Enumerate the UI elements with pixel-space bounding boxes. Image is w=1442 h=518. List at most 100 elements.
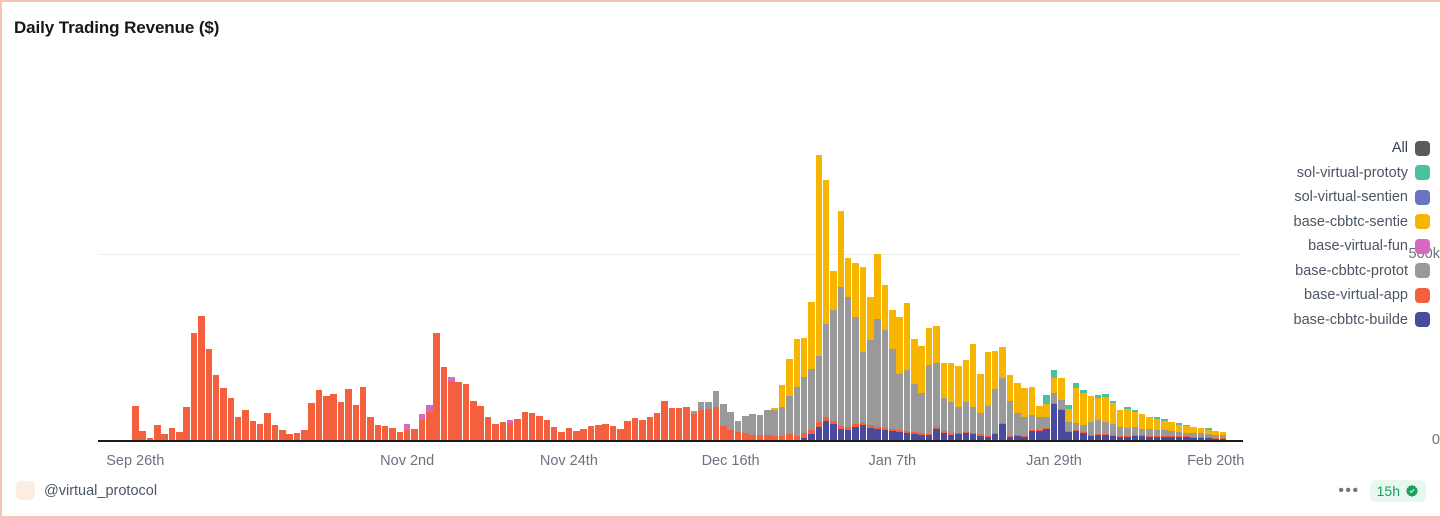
bar-column[interactable] xyxy=(1072,383,1080,440)
bar-column[interactable] xyxy=(411,428,418,440)
bar-column[interactable] xyxy=(940,362,947,440)
bar-column[interactable] xyxy=(1138,413,1146,440)
bar-column[interactable] xyxy=(286,434,293,440)
bar-column[interactable] xyxy=(705,402,712,440)
bar-column[interactable] xyxy=(595,424,602,440)
bar-column[interactable] xyxy=(565,427,573,440)
bar-column[interactable] xyxy=(896,317,903,440)
bar-column[interactable] xyxy=(1021,387,1028,440)
bar-column[interactable] xyxy=(168,428,176,440)
legend-item-sol-virtual-prototy[interactable]: sol-virtual-prototy xyxy=(1297,165,1430,181)
bar-column[interactable] xyxy=(227,398,235,440)
bar-column[interactable] xyxy=(242,410,249,440)
bar-column[interactable] xyxy=(852,262,859,440)
bar-column[interactable] xyxy=(749,414,756,440)
bar-column[interactable] xyxy=(352,405,359,440)
bar-column[interactable] xyxy=(889,310,896,440)
bar-column[interactable] xyxy=(1058,378,1065,440)
bar-column[interactable] xyxy=(859,266,867,440)
bar-column[interactable] xyxy=(969,344,977,440)
bar-column[interactable] xyxy=(1080,390,1087,440)
bar-column[interactable] xyxy=(345,389,352,440)
bar-column[interactable] xyxy=(470,401,477,440)
bar-column[interactable] xyxy=(697,402,705,440)
legend-item-All[interactable]: All xyxy=(1392,140,1430,156)
bar-column[interactable] xyxy=(249,421,257,440)
bar-column[interactable] xyxy=(661,401,668,440)
bar-column[interactable] xyxy=(139,430,146,440)
bar-column[interactable] xyxy=(301,429,308,440)
bar-column[interactable] xyxy=(205,349,212,440)
bar-column[interactable] xyxy=(881,285,889,440)
bar-column[interactable] xyxy=(146,437,154,440)
bar-column[interactable] xyxy=(176,431,183,440)
bar-column[interactable] xyxy=(1050,370,1058,440)
account-handle[interactable]: @virtual_protocol xyxy=(16,481,157,500)
bar-column[interactable] xyxy=(528,413,536,440)
bar-column[interactable] xyxy=(543,420,551,440)
bar-column[interactable] xyxy=(484,416,492,440)
bar-column[interactable] xyxy=(337,401,345,440)
bar-column[interactable] xyxy=(264,413,271,440)
bar-column[interactable] xyxy=(800,338,808,440)
bar-column[interactable] xyxy=(550,427,558,440)
bar-column[interactable] xyxy=(631,417,639,440)
bar-column[interactable] xyxy=(183,406,190,440)
bar-column[interactable] xyxy=(742,416,749,440)
bar-column[interactable] xyxy=(1183,424,1190,440)
bar-column[interactable] xyxy=(1153,417,1161,440)
bar-column[interactable] xyxy=(727,411,734,440)
bar-column[interactable] xyxy=(1124,406,1131,440)
bar-column[interactable] xyxy=(1087,395,1094,440)
bar-column[interactable] xyxy=(874,254,881,440)
bar-column[interactable] xyxy=(1161,419,1168,440)
bar-column[interactable] xyxy=(1102,394,1109,440)
bar-column[interactable] xyxy=(367,417,374,440)
bar-column[interactable] xyxy=(933,325,940,440)
bar-column[interactable] xyxy=(720,404,727,440)
bar-column[interactable] xyxy=(977,374,984,440)
bar-column[interactable] xyxy=(132,405,139,440)
bar-column[interactable] xyxy=(639,419,646,440)
bar-column[interactable] xyxy=(1094,395,1102,440)
bar-column[interactable] xyxy=(1028,387,1036,440)
bar-column[interactable] xyxy=(999,346,1006,440)
bar-column[interactable] xyxy=(911,339,918,440)
bar-column[interactable] xyxy=(1131,409,1139,440)
bar-column[interactable] xyxy=(418,414,426,440)
bar-column[interactable] xyxy=(675,408,683,440)
bar-column[interactable] xyxy=(1014,383,1021,440)
bar-column[interactable] xyxy=(653,412,661,440)
bar-column[interactable] xyxy=(991,351,999,440)
bar-column[interactable] xyxy=(323,396,330,440)
bar-column[interactable] xyxy=(492,424,499,440)
bar-column[interactable] xyxy=(808,301,815,440)
bar-column[interactable] xyxy=(580,428,587,440)
bar-column[interactable] xyxy=(426,405,433,440)
bar-column[interactable] xyxy=(315,389,323,440)
bar-column[interactable] xyxy=(271,425,279,440)
bar-column[interactable] xyxy=(330,394,337,440)
more-options-icon[interactable]: ••• xyxy=(1338,483,1359,499)
bar-column[interactable] xyxy=(815,155,823,440)
bar-column[interactable] xyxy=(984,352,992,440)
bar-column[interactable] xyxy=(455,382,462,440)
bar-column[interactable] xyxy=(925,328,933,440)
legend-item-base-cbbtc-sentie[interactable]: base-cbbtc-sentie xyxy=(1294,214,1430,230)
bar-column[interactable] xyxy=(433,332,440,440)
bar-column[interactable] xyxy=(389,428,396,440)
bar-column[interactable] xyxy=(381,425,389,440)
bar-column[interactable] xyxy=(1109,400,1117,440)
bar-column[interactable] xyxy=(573,431,580,440)
bar-column[interactable] xyxy=(440,366,448,440)
bar-column[interactable] xyxy=(955,366,962,440)
bar-column[interactable] xyxy=(514,418,521,440)
bar-column[interactable] xyxy=(396,431,404,440)
bar-column[interactable] xyxy=(374,425,382,440)
bar-column[interactable] xyxy=(837,210,845,440)
bar-column[interactable] xyxy=(609,425,617,440)
bar-column[interactable] xyxy=(830,270,837,440)
bar-column[interactable] xyxy=(293,433,301,440)
bar-column[interactable] xyxy=(786,358,793,440)
bar-column[interactable] xyxy=(690,410,698,440)
